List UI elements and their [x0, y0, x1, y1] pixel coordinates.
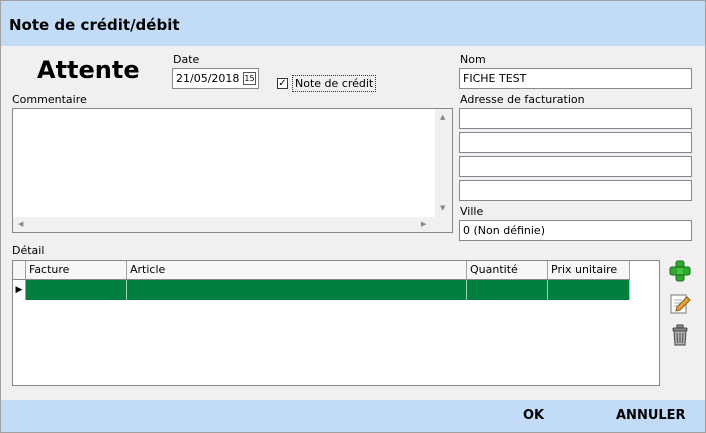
detail-grid[interactable]: Facture Article Quantité Prix unitaire ▶: [12, 260, 660, 386]
cell-prix-unitaire[interactable]: [548, 280, 630, 300]
title-bar: Note de crédit/débit: [1, 1, 705, 46]
dialog-footer: OK ANNULER: [1, 400, 705, 432]
name-label: Nom: [460, 53, 486, 66]
delete-line-button[interactable]: [667, 323, 693, 347]
scroll-right-icon[interactable]: ▶: [421, 220, 426, 228]
vertical-scrollbar[interactable]: ▲ ▼: [435, 109, 452, 218]
billing-address-line-4[interactable]: [459, 180, 692, 201]
column-header-article[interactable]: Article: [127, 261, 467, 279]
grid-header: Facture Article Quantité Prix unitaire: [13, 261, 630, 280]
city-field[interactable]: 0 (Non définie): [459, 220, 692, 241]
trash-icon: [672, 324, 688, 346]
city-label: Ville: [460, 205, 484, 218]
cancel-button[interactable]: ANNULER: [616, 408, 686, 423]
status-label: Attente: [37, 56, 140, 84]
cell-quantite[interactable]: [467, 280, 548, 300]
date-field[interactable]: 21/05/2018 15: [172, 68, 259, 89]
window-title: Note de crédit/débit: [9, 16, 180, 34]
plus-icon: [669, 260, 691, 282]
current-row-indicator-icon[interactable]: ▶: [13, 280, 26, 300]
edit-icon: [670, 294, 691, 314]
add-line-button[interactable]: [667, 259, 693, 283]
dialog-window: Note de crédit/débit Attente Date 21/05/…: [0, 0, 706, 433]
column-header-facture[interactable]: Facture: [26, 261, 127, 279]
calendar-icon[interactable]: 15: [243, 72, 256, 85]
date-label: Date: [173, 53, 200, 66]
detail-label: Détail: [12, 244, 45, 257]
comment-textarea[interactable]: ▲ ▼ ◀ ▶: [12, 108, 453, 233]
comment-label: Commentaire: [12, 93, 87, 106]
credit-note-checkbox[interactable]: ✓: [277, 78, 288, 89]
scrollbar-corner: [435, 217, 452, 232]
billing-address-label: Adresse de facturation: [460, 93, 585, 106]
table-row[interactable]: ▶: [13, 280, 630, 300]
billing-address-line-2[interactable]: [459, 132, 692, 153]
edit-line-button[interactable]: [667, 292, 693, 316]
cell-article[interactable]: [127, 280, 467, 300]
scroll-up-icon[interactable]: ▲: [440, 113, 445, 121]
row-header-corner: [13, 261, 26, 279]
billing-address-line-1[interactable]: [459, 108, 692, 129]
column-header-prix-unitaire[interactable]: Prix unitaire: [548, 261, 630, 279]
cell-facture[interactable]: [26, 280, 127, 300]
column-header-quantite[interactable]: Quantité: [467, 261, 548, 279]
name-field[interactable]: FICHE TEST: [459, 68, 692, 89]
scroll-down-icon[interactable]: ▼: [440, 204, 445, 212]
ok-button[interactable]: OK: [523, 408, 544, 423]
credit-note-label[interactable]: Note de crédit: [292, 75, 377, 92]
horizontal-scrollbar[interactable]: ◀ ▶: [13, 217, 435, 232]
date-value: 21/05/2018: [176, 72, 240, 85]
billing-address-line-3[interactable]: [459, 156, 692, 177]
scroll-left-icon[interactable]: ◀: [18, 220, 23, 228]
